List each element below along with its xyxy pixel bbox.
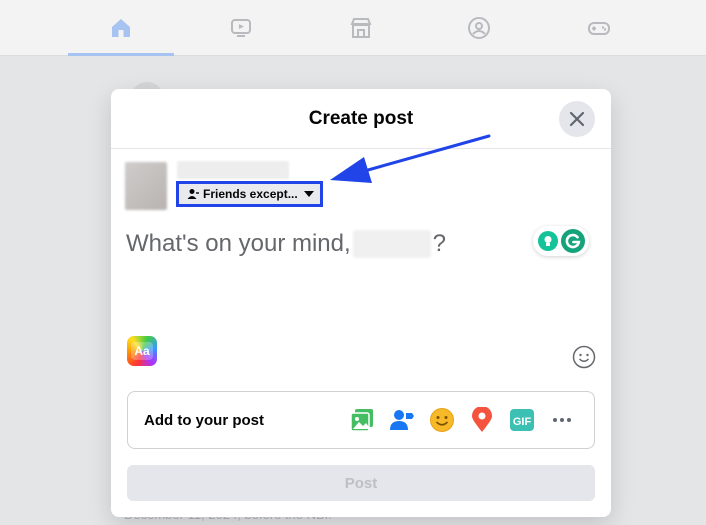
grammarly-icon <box>560 229 585 253</box>
home-icon <box>112 19 130 37</box>
nav-tab-video[interactable] <box>188 0 294 56</box>
feeling-activity-button[interactable] <box>426 404 458 436</box>
check-in-button[interactable] <box>466 404 498 436</box>
more-icon <box>553 418 571 422</box>
photo-video-button[interactable] <box>346 404 378 436</box>
audience-label: Friends except... <box>203 187 298 201</box>
marketplace-icon <box>350 18 372 38</box>
feeling-icon <box>430 408 454 432</box>
tag-people-icon <box>390 410 414 430</box>
more-options-button[interactable] <box>546 404 578 436</box>
check-in-icon <box>472 407 492 432</box>
video-icon <box>231 19 251 37</box>
dialog-header: Create post <box>111 89 611 149</box>
lightbulb-icon <box>537 231 558 251</box>
post-composer-input[interactable]: What's on your mind, ? <box>126 224 526 264</box>
dialog-title: Create post <box>308 107 414 129</box>
add-to-post-actions: GIF <box>346 404 578 436</box>
photo-video-icon <box>350 409 373 432</box>
close-button[interactable] <box>559 101 595 137</box>
friends-except-icon <box>187 189 199 199</box>
top-navigation <box>0 0 706 56</box>
caret-down-icon <box>303 191 314 197</box>
composer-placeholder-suffix: ? <box>432 230 447 257</box>
author-row: Friends except... <box>125 161 425 211</box>
text-style-button[interactable]: Aa <box>127 336 157 366</box>
text-style-label: Aa <box>131 342 153 360</box>
tag-people-button[interactable] <box>386 404 418 436</box>
gif-button[interactable]: GIF <box>506 404 538 436</box>
svg-text:GIF: GIF <box>513 416 532 428</box>
nav-tab-marketplace[interactable] <box>308 0 414 56</box>
add-to-post-bar: Add to your post GIF <box>127 391 595 449</box>
gaming-icon <box>588 22 610 35</box>
groups-icon <box>468 17 490 39</box>
grammarly-widget[interactable] <box>533 226 589 256</box>
nav-tab-home[interactable] <box>68 0 174 56</box>
add-to-post-label: Add to your post <box>144 411 264 429</box>
emoji-icon[interactable] <box>572 345 596 369</box>
author-avatar <box>125 162 167 210</box>
close-icon <box>569 111 585 127</box>
composer-placeholder: What's on your mind, <box>126 230 351 257</box>
gif-icon: GIF <box>510 409 534 431</box>
nav-tab-groups[interactable] <box>426 0 532 56</box>
post-button[interactable]: Post <box>127 465 595 501</box>
nav-tab-gaming[interactable] <box>546 0 652 56</box>
composer-name-redacted <box>352 230 431 258</box>
create-post-dialog: Create post Friends except... What's on … <box>111 89 611 517</box>
audience-selector-button[interactable]: Friends except... <box>176 181 323 207</box>
author-name-redacted <box>177 161 289 179</box>
